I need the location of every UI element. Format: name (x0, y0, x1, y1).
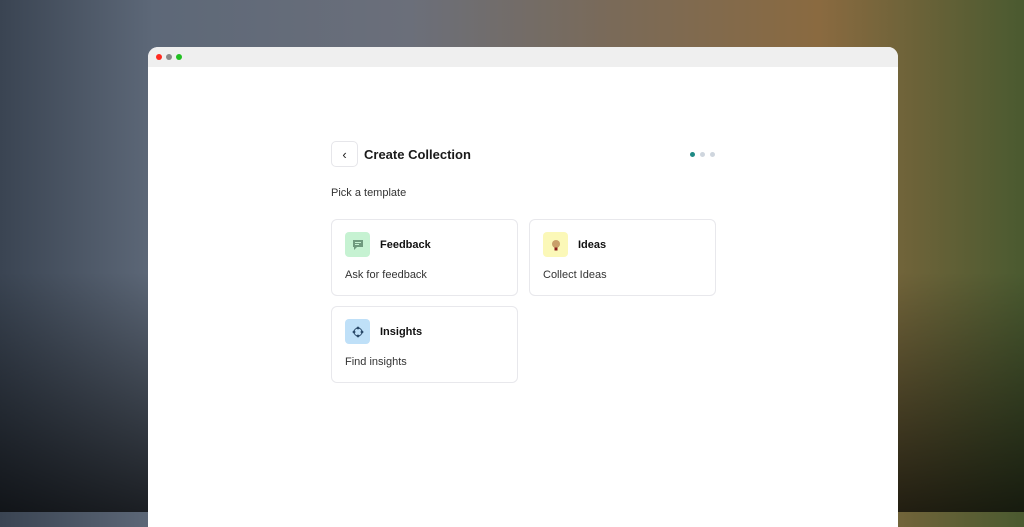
template-card-insights[interactable]: Insights Find insights (331, 306, 518, 383)
create-collection-panel: ‹ Create Collection Pick a template Feed… (331, 141, 717, 383)
step-dot-1-active (690, 151, 695, 157)
chevron-left-icon: ‹ (342, 146, 347, 162)
subtitle: Pick a template (331, 187, 407, 199)
maximize-window-button[interactable] (176, 54, 182, 60)
step-dot-2 (700, 151, 705, 157)
template-card-ideas[interactable]: Ideas Collect Ideas (529, 219, 716, 296)
header: ‹ Create Collection (331, 141, 717, 167)
page-title: Create Collection (364, 146, 471, 162)
step-dot-3 (710, 151, 715, 157)
lightbulb-icon (543, 232, 568, 257)
minimize-window-button[interactable] (166, 54, 172, 60)
template-grid: Feedback Ask for feedback Ideas Collect … (331, 219, 717, 383)
message-icon (345, 232, 370, 257)
step-indicator (690, 151, 715, 157)
template-card-feedback[interactable]: Feedback Ask for feedback (331, 219, 518, 296)
nodes-icon (345, 319, 370, 344)
close-window-button[interactable] (156, 54, 162, 60)
title-bar (148, 47, 898, 67)
back-button[interactable]: ‹ (331, 141, 358, 167)
